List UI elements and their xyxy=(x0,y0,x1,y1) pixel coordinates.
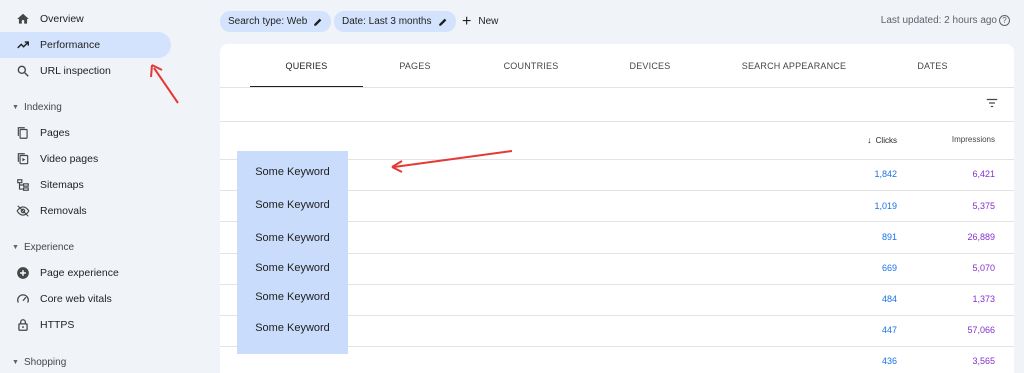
cell-clicks: 436 xyxy=(881,356,897,366)
section-experience[interactable]: ▼ Experience xyxy=(0,237,171,257)
sidebar-item-label: Performance xyxy=(40,39,101,51)
query-keyword[interactable]: Some Keyword xyxy=(237,166,348,178)
tab-pages[interactable]: PAGES xyxy=(380,44,450,87)
gauge-icon xyxy=(16,292,30,306)
sidebar-item-label: URL inspection xyxy=(40,65,111,77)
sidebar-item-removals[interactable]: Removals xyxy=(0,198,171,224)
sidebar-item-pages[interactable]: Pages xyxy=(0,120,171,146)
caret-down-icon: ▼ xyxy=(12,243,19,251)
sidebar-item-label: Sitemaps xyxy=(40,179,84,191)
help-icon[interactable]: ? xyxy=(999,15,1010,26)
cell-impressions: 6,421 xyxy=(972,169,995,179)
plus-circle-icon xyxy=(16,266,30,280)
sitemap-icon xyxy=(16,178,30,192)
query-keyword[interactable]: Some Keyword xyxy=(237,262,348,274)
sidebar-item-https[interactable]: HTTPS xyxy=(0,312,171,338)
sidebar-item-label: Removals xyxy=(40,205,87,217)
search-type-chip[interactable]: Search type: Web xyxy=(220,11,332,32)
sidebar-item-label: HTTPS xyxy=(40,319,75,331)
sidebar-item-label: Overview xyxy=(40,13,84,25)
section-label: Shopping xyxy=(24,356,67,368)
new-filter-button[interactable]: + New xyxy=(462,11,498,32)
trending-up-icon xyxy=(16,38,30,52)
pages-icon xyxy=(16,126,30,140)
cell-clicks: 447 xyxy=(881,325,897,335)
divider xyxy=(220,121,1014,122)
last-updated-text: Last updated: 2 hours ago xyxy=(880,15,997,26)
cell-impressions: 1,373 xyxy=(972,294,995,304)
cell-clicks: 669 xyxy=(881,263,897,273)
home-icon xyxy=(16,12,30,26)
cell-impressions: 57,066 xyxy=(967,325,995,335)
sidebar-item-overview[interactable]: Overview xyxy=(0,6,171,32)
search-icon xyxy=(16,64,30,78)
chip-label: Date: Last 3 months xyxy=(342,16,432,27)
section-indexing[interactable]: ▼ Indexing xyxy=(0,97,171,117)
divider xyxy=(220,87,1014,88)
caret-down-icon: ▼ xyxy=(12,358,19,366)
new-label: New xyxy=(478,16,499,27)
tab-search-appearance[interactable]: SEARCH APPEARANCE xyxy=(730,44,858,87)
video-pages-icon xyxy=(16,152,30,166)
column-header-clicks[interactable]: ↓ Clicks xyxy=(830,135,897,145)
column-header-label: Clicks xyxy=(875,136,897,145)
query-keyword[interactable]: Some Keyword xyxy=(237,199,348,211)
sidebar: Overview Performance URL inspection ▼ In… xyxy=(0,0,200,373)
query-keyword[interactable]: Some Keyword xyxy=(237,291,348,303)
sidebar-item-label: Core web vitals xyxy=(40,293,112,305)
query-keyword[interactable]: Some Keyword xyxy=(237,232,348,244)
plus-icon: + xyxy=(462,12,472,30)
edit-icon xyxy=(438,18,446,26)
keyword-highlight-box: Some Keyword Some Keyword Some Keyword S… xyxy=(237,151,348,354)
cell-impressions: 26,889 xyxy=(967,232,995,242)
sidebar-item-page-experience[interactable]: Page experience xyxy=(0,260,171,286)
sidebar-item-video-pages[interactable]: Video pages xyxy=(0,146,171,172)
tab-devices[interactable]: DEVICES xyxy=(615,44,685,87)
cell-clicks: 891 xyxy=(881,232,897,242)
sidebar-item-label: Pages xyxy=(40,127,70,139)
last-updated: Last updated: 2 hours ago ? xyxy=(881,15,1010,26)
date-chip[interactable]: Date: Last 3 months xyxy=(334,11,456,32)
cell-clicks: 1,019 xyxy=(874,201,897,211)
tab-countries[interactable]: COUNTRIES xyxy=(490,44,572,87)
chip-label: Search type: Web xyxy=(228,16,308,27)
section-shopping[interactable]: ▼ Shopping xyxy=(0,352,171,372)
sidebar-item-url-inspection[interactable]: URL inspection xyxy=(0,58,171,84)
cell-impressions: 5,375 xyxy=(972,201,995,211)
sidebar-item-label: Video pages xyxy=(40,153,99,165)
filter-icon[interactable] xyxy=(985,96,999,110)
cell-clicks: 484 xyxy=(881,294,897,304)
tab-dates[interactable]: DATES xyxy=(900,44,965,87)
caret-down-icon: ▼ xyxy=(12,103,19,111)
lock-icon xyxy=(16,318,30,332)
query-keyword[interactable]: Some Keyword xyxy=(237,322,348,334)
arrow-down-icon: ↓ xyxy=(867,135,872,145)
cell-impressions: 5,070 xyxy=(972,263,995,273)
sidebar-item-core-web-vitals[interactable]: Core web vitals xyxy=(0,286,171,312)
section-label: Indexing xyxy=(24,101,62,113)
edit-icon xyxy=(314,18,322,26)
eye-off-icon xyxy=(16,204,30,218)
section-label: Experience xyxy=(24,241,75,253)
cell-clicks: 1,842 xyxy=(874,169,897,179)
sidebar-item-label: Page experience xyxy=(40,267,119,279)
sidebar-item-sitemaps[interactable]: Sitemaps xyxy=(0,172,171,198)
column-header-impressions[interactable]: Impressions xyxy=(920,135,995,144)
cell-impressions: 3,565 xyxy=(972,356,995,366)
tab-queries[interactable]: QUERIES xyxy=(250,44,363,87)
sidebar-item-performance[interactable]: Performance xyxy=(0,32,171,58)
